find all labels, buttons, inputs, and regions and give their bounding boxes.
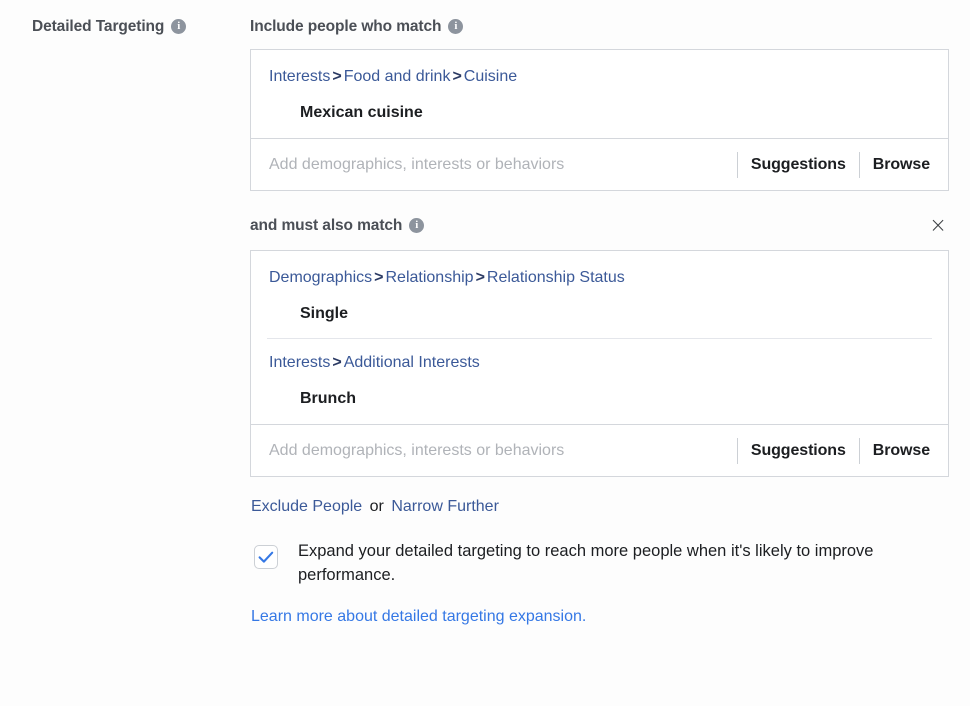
include-section-header: Include people who match i <box>250 17 950 37</box>
tag-group: Interests > Additional Interests Brunch <box>251 338 948 410</box>
breadcrumb-item[interactable]: Interests <box>269 354 330 371</box>
breadcrumb: Demographics > Relationship > Relationship S… <box>251 267 948 289</box>
breadcrumb-item[interactable]: Additional Interests <box>344 354 480 371</box>
breadcrumb: Interests > Food and drink > Cuisine <box>251 66 948 88</box>
breadcrumb-item[interactable]: Relationship <box>386 269 474 286</box>
breadcrumb-separator: > <box>332 68 342 85</box>
include-targeting-box: Interests > Food and drink > Cuisine Mexican… <box>250 49 949 191</box>
divider <box>736 437 738 464</box>
narrow-section-header: and must also match i <box>250 216 425 236</box>
targeting-tag-value: Mexican cuisine <box>300 104 423 121</box>
breadcrumb-item[interactable]: Demographics <box>269 269 372 286</box>
detailed-targeting-page: Detailed Targeting i Include people who … <box>0 0 970 706</box>
breadcrumb-separator: > <box>452 68 462 85</box>
breadcrumb-item[interactable]: Interests <box>269 68 330 85</box>
breadcrumb: Interests > Additional Interests <box>251 352 948 374</box>
detailed-targeting-label-group: Detailed Targeting i <box>32 17 237 37</box>
browse-button[interactable]: Browse <box>873 442 930 460</box>
narrow-section-label: and must also match <box>250 217 403 234</box>
suggestions-button[interactable]: Suggestions <box>751 156 846 174</box>
breadcrumb-item[interactable]: Cuisine <box>464 68 517 85</box>
breadcrumb-separator: > <box>374 269 384 286</box>
tag-group: Interests > Food and drink > Cuisine Mexican… <box>251 66 948 124</box>
tag-group: Demographics > Relationship > Relationship S… <box>251 267 948 325</box>
suggestions-button[interactable]: Suggestions <box>751 442 846 460</box>
include-input-row: Suggestions Browse <box>251 138 948 190</box>
breadcrumb-separator: > <box>332 354 342 371</box>
breadcrumb-item[interactable]: Food and drink <box>344 68 451 85</box>
learn-more-row: Learn more about detailed targeting expa… <box>250 606 950 628</box>
tag-divider <box>267 338 932 339</box>
targeting-tag-value: Brunch <box>300 390 356 407</box>
expansion-checkbox[interactable] <box>254 545 278 569</box>
targeting-tag-value: Single <box>300 305 349 322</box>
narrow-input-row: Suggestions Browse <box>251 424 948 476</box>
narrow-section-header-row: and must also match i × <box>250 214 950 238</box>
footer-links: Exclude People or Narrow Further <box>250 496 950 518</box>
include-section-label: Include people who match <box>250 18 442 35</box>
search-input[interactable] <box>269 152 724 177</box>
browse-button[interactable]: Browse <box>873 156 930 174</box>
divider <box>858 151 860 178</box>
search-input[interactable] <box>269 438 724 463</box>
include-tags-area: Interests > Food and drink > Cuisine Mexican… <box>251 50 948 138</box>
narrow-targeting-box: Demographics > Relationship > Relationship S… <box>250 250 949 477</box>
close-icon[interactable]: × <box>927 214 949 236</box>
exclude-people-link[interactable]: Exclude People <box>251 498 362 515</box>
or-text: or <box>365 498 389 515</box>
narrow-tags-area: Demographics > Relationship > Relationship S… <box>251 251 948 424</box>
info-icon[interactable]: i <box>171 19 187 34</box>
targeting-main-column: Include people who match i Interests > Foo… <box>250 0 950 628</box>
check-icon <box>258 551 274 563</box>
divider <box>858 437 860 464</box>
info-icon[interactable]: i <box>448 19 464 34</box>
expansion-checkbox-label: Expand your detailed targeting to reach … <box>298 542 874 584</box>
narrow-further-link[interactable]: Narrow Further <box>391 498 499 515</box>
info-icon[interactable]: i <box>409 218 425 233</box>
breadcrumb-separator: > <box>475 269 485 286</box>
breadcrumb-item[interactable]: Relationship Status <box>487 269 625 286</box>
detailed-targeting-label: Detailed Targeting <box>32 18 165 35</box>
divider <box>736 151 738 178</box>
learn-more-link[interactable]: Learn more about detailed targeting expa… <box>251 608 586 625</box>
expansion-checkbox-row: Expand your detailed targeting to reach … <box>250 539 950 587</box>
